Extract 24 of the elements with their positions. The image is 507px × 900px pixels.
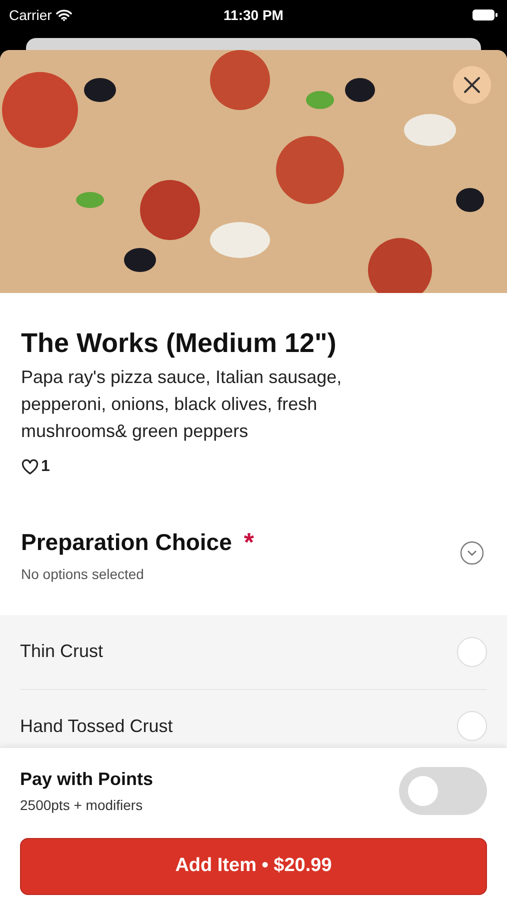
chevron-circle-icon: [460, 541, 484, 565]
required-mark: *: [244, 529, 254, 556]
points-switch[interactable]: [399, 767, 487, 815]
collapse-toggle[interactable]: [460, 541, 484, 565]
radio-button[interactable]: [457, 711, 487, 741]
carrier-label: Carrier: [9, 6, 52, 24]
add-item-button[interactable]: Add Item • $20.99: [20, 838, 487, 895]
option-label: Hand Tossed Crust: [20, 714, 173, 738]
wifi-icon: [56, 9, 72, 21]
points-title: Pay with Points: [20, 768, 154, 791]
item-description: Papa ray's pizza sauce, Italian sausage, pepperoni, onions, black olives, fresh mushrooms& green peppers: [21, 366, 343, 443]
option-row[interactable]: Thin Crust: [20, 614, 487, 688]
option-label: Thin Crust: [20, 640, 104, 663]
points-subtitle: 2500pts + modifiers: [20, 796, 144, 815]
section-subtitle: No options selected: [21, 564, 145, 584]
radio-button[interactable]: [457, 636, 487, 666]
close-icon: [463, 76, 481, 94]
section-title: Preparation Choice: [21, 528, 232, 557]
battery-icon: [472, 9, 498, 21]
like-count: 1: [41, 457, 50, 477]
status-time: 11:30 PM: [224, 6, 284, 24]
item-title: The Works (Medium 12"): [21, 327, 338, 360]
heart-icon: [21, 459, 39, 475]
like-button[interactable]: [21, 459, 39, 475]
